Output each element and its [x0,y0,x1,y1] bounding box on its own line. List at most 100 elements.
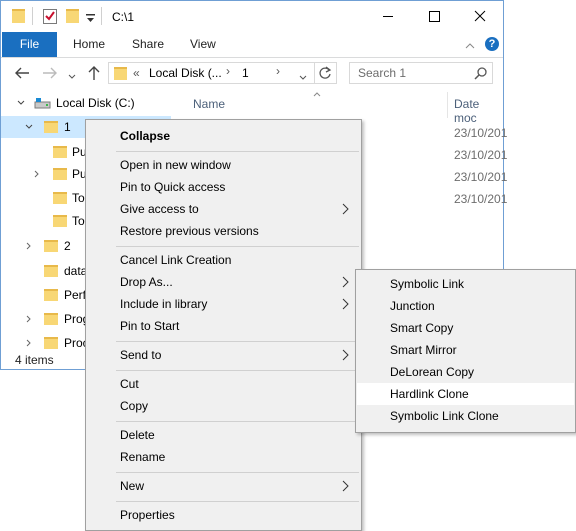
menu-item-open-in-new-window[interactable]: Open in new window [86,154,361,176]
submenu-arrow-icon [342,298,349,310]
expand-ribbon-icon[interactable] [465,39,475,53]
close-button[interactable] [457,1,503,32]
minimize-button[interactable] [365,1,411,32]
forward-button[interactable] [42,66,58,83]
new-folder-icon[interactable] [66,9,79,23]
menu-item-collapse[interactable]: Collapse [86,125,361,147]
chevron-right-icon[interactable] [26,339,32,347]
chevron-down-icon[interactable] [17,100,25,106]
menu-item-pin-to-quick-access[interactable]: Pin to Quick access [86,176,361,198]
address-bar[interactable]: « Local Disk (... › 1 › [108,62,337,84]
submenu-item-smart-mirror[interactable]: Smart Mirror [356,339,575,361]
submenu-item-symbolic-link[interactable]: Symbolic Link [356,273,575,295]
folder-icon [44,337,58,349]
recent-locations-button[interactable] [68,69,76,83]
divider [314,63,315,83]
context-menu: Collapse Open in new window Pin to Quick… [85,119,362,531]
submenu-item-delorean-copy[interactable]: DeLorean Copy [356,361,575,383]
up-button[interactable] [87,65,101,84]
column-header-date[interactable]: Date moc [454,97,503,125]
chevron-right-icon[interactable] [34,170,40,178]
menu-separator [116,501,359,502]
chevron-right-icon[interactable]: › [276,64,280,78]
menu-item-cancel-link-creation[interactable]: Cancel Link Creation [86,249,361,271]
menu-separator [116,246,359,247]
menu-item-pin-to-start[interactable]: Pin to Start [86,315,361,337]
chevron-down-icon [299,75,307,80]
back-button[interactable] [14,66,30,83]
folder-icon [44,265,58,277]
minimize-icon [383,16,393,17]
maximize-icon [429,11,440,22]
menu-separator [116,370,359,371]
maximize-button[interactable] [411,1,457,32]
folder-icon [114,67,127,80]
submenu-item-junction[interactable]: Junction [356,295,575,317]
address-history-button[interactable] [299,70,307,84]
menu-item-send-to[interactable]: Send to [86,344,361,366]
menu-item-give-access-to[interactable]: Give access to [86,198,361,220]
menu-item-delete[interactable]: Delete [86,424,361,446]
menu-item-rename[interactable]: Rename [86,446,361,468]
submenu-arrow-icon [342,276,349,288]
overflow-chevron[interactable]: « [133,66,140,80]
back-arrow-icon [15,67,29,79]
refresh-button[interactable] [318,66,332,83]
menu-item-cut[interactable]: Cut [86,373,361,395]
folder-icon [53,215,67,227]
menu-item-copy[interactable]: Copy [86,395,361,417]
chevron-right-icon[interactable]: › [226,64,230,78]
tree-item-local-disk[interactable]: Local Disk (C:) [1,92,171,114]
tree-item-label: 2 [64,239,71,253]
date-cell: 23/10/201 [454,126,508,140]
menu-item-properties[interactable]: Properties [86,504,361,526]
refresh-icon [319,66,332,79]
shared-folder-icon [53,168,67,180]
menu-item-restore-previous-versions[interactable]: Restore previous versions [86,220,361,242]
folder-icon [44,289,58,301]
tree-item-label: To [72,191,85,205]
help-icon[interactable]: ? [485,37,499,51]
submenu-item-smart-copy[interactable]: Smart Copy [356,317,575,339]
properties-icon[interactable] [43,8,57,27]
submenu-arrow-icon [342,480,349,492]
menu-item-new[interactable]: New [86,475,361,497]
menu-separator [116,151,359,152]
tree-item-label: Perf [64,288,87,302]
tab-home[interactable]: Home [73,32,105,57]
ribbon-tabs: File Home Share View ? [1,32,503,57]
column-divider[interactable] [447,92,448,118]
chevron-down-icon [68,74,76,79]
chevron-right-icon[interactable] [26,242,32,250]
submenu-item-hardlink-clone[interactable]: Hardlink Clone [357,383,574,405]
tree-item-label: To [72,214,85,228]
folder-icon [53,146,67,158]
menu-separator [116,341,359,342]
menu-item-include-in-library[interactable]: Include in library [86,293,361,315]
breadcrumb-segment[interactable]: 1 [242,66,249,80]
search-input[interactable]: Search 1 [349,62,493,84]
submenu-arrow-icon [342,203,349,215]
divider [101,7,102,25]
tab-view[interactable]: View [190,32,216,57]
menu-item-drop-as[interactable]: Drop As... [86,271,361,293]
chevron-down-icon[interactable] [25,124,33,130]
tree-item-label: 1 [64,120,71,134]
tab-file[interactable]: File [2,32,57,57]
column-header-name[interactable]: Name [193,97,225,111]
up-arrow-icon [88,66,100,80]
submenu-arrow-icon [342,349,349,361]
sort-ascending-icon [313,92,321,97]
submenu-item-symbolic-link-clone[interactable]: Symbolic Link Clone [356,405,575,427]
window-title: C:\1 [112,10,135,24]
chevron-right-icon[interactable] [26,315,32,323]
drop-as-submenu: Symbolic Link Junction Smart Copy Smart … [355,269,576,433]
forward-arrow-icon [43,67,57,79]
customize-toolbar-icon[interactable] [86,13,95,27]
drive-icon [34,98,51,109]
date-cell: 23/10/201 [454,192,508,206]
search-icon[interactable] [474,66,488,83]
close-icon [474,10,486,22]
tab-share[interactable]: Share [132,32,164,57]
breadcrumb-segment[interactable]: Local Disk (... [149,66,222,80]
